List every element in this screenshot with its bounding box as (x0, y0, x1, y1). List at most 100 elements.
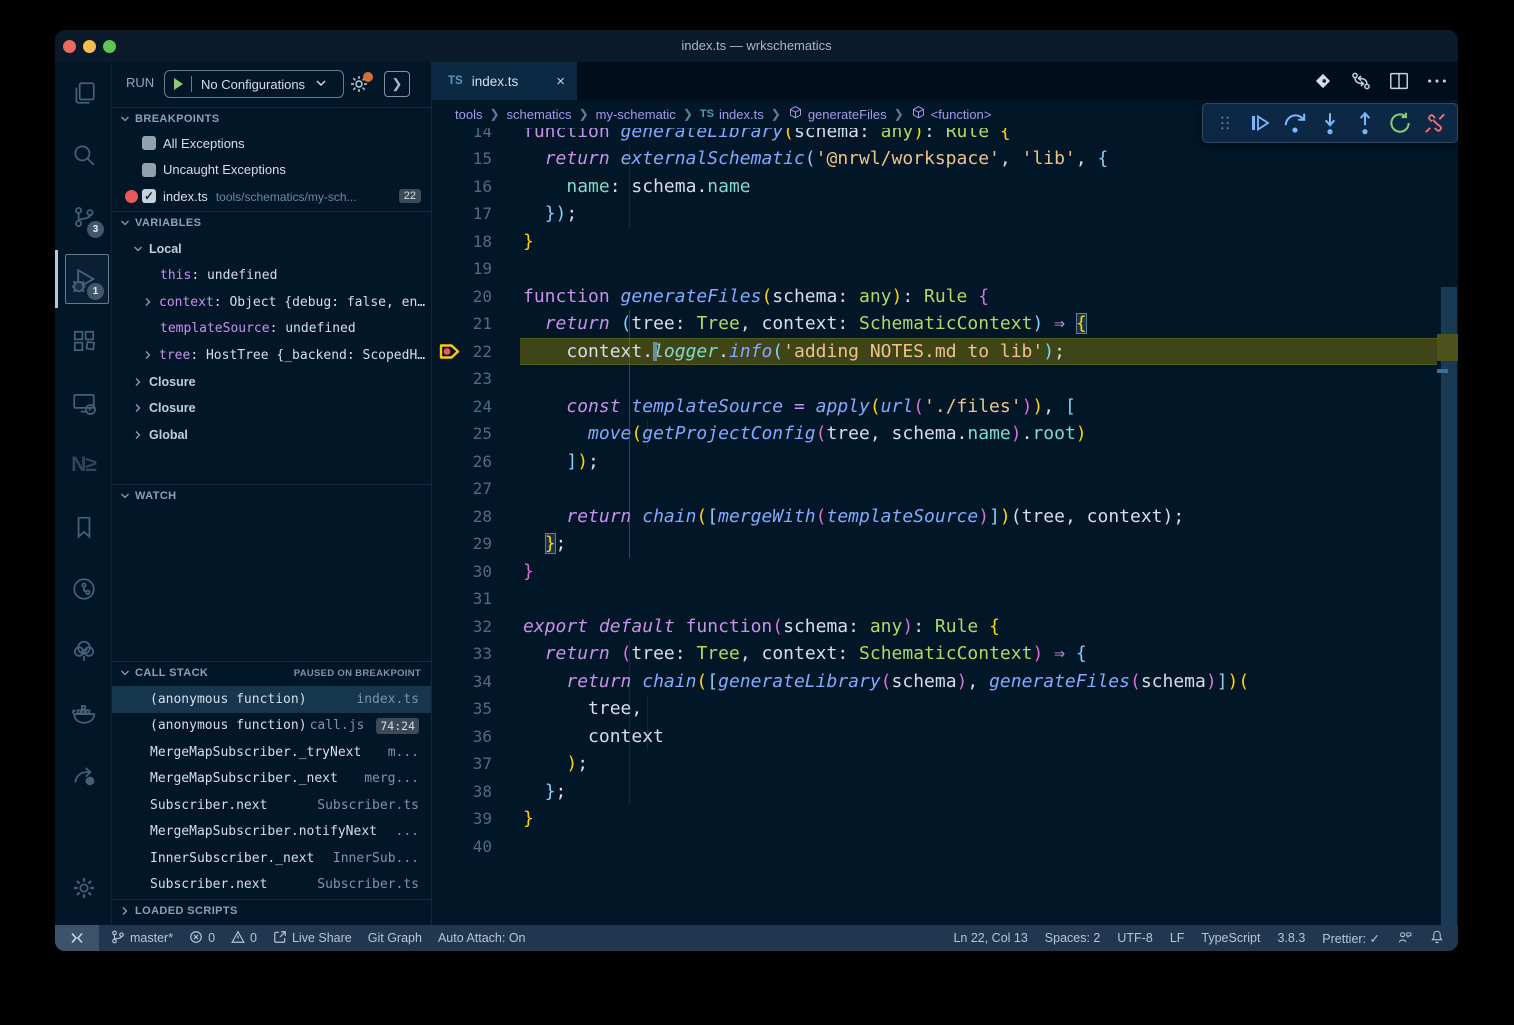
line-number[interactable]: 23 (432, 369, 492, 388)
line-number[interactable]: 26 (432, 452, 492, 471)
breakpoints-section-header[interactable]: BREAKPOINTS (112, 107, 431, 130)
variable-scope-row[interactable]: Closure (112, 369, 431, 396)
variable-row[interactable]: context: Object {debug: false, en… (112, 289, 431, 316)
breadcrumb-item[interactable]: <function> (911, 105, 992, 123)
code-line-22[interactable]: 22 context.logger.info('adding NOTES.md … (432, 338, 1437, 366)
open-changes-icon[interactable] (1348, 68, 1374, 94)
gutter[interactable]: 32 (432, 613, 520, 641)
gutter[interactable]: 22 (432, 338, 520, 366)
line-number[interactable]: 21 (432, 314, 492, 333)
continue-icon[interactable] (1242, 105, 1277, 141)
call-stack-frame[interactable]: MergeMapSubscriber.notifyNext... (112, 819, 431, 846)
breadcrumb-item[interactable]: TSindex.ts (700, 107, 764, 122)
activity-git-history-icon[interactable] (55, 558, 112, 620)
loaded-scripts-section-header[interactable]: LOADED SCRIPTS (112, 899, 431, 922)
code-line-15[interactable]: 15 return externalSchematic('@nrwl/works… (432, 145, 1437, 173)
code-line-25[interactable]: 25 move(getProjectConfig(tree, schema.na… (432, 420, 1437, 448)
line-number[interactable]: 34 (432, 672, 492, 691)
gutter[interactable]: 17 (432, 200, 520, 228)
activity-docker-icon[interactable] (55, 682, 112, 744)
line-number[interactable]: 39 (432, 809, 492, 828)
step-over-icon[interactable] (1277, 105, 1312, 141)
activity-bookmarks-icon[interactable] (55, 496, 112, 558)
remote-indicator[interactable] (55, 925, 99, 951)
call-stack-frame[interactable]: (anonymous function)call.js74:24 (112, 713, 431, 740)
split-editor-icon[interactable] (1386, 68, 1412, 94)
code-line-32[interactable]: 32export default function(schema: any): … (432, 613, 1437, 641)
variable-row[interactable]: tree: HostTree {_backend: ScopedH… (112, 342, 431, 369)
breakpoint-row[interactable]: ✓index.tstools/schematics/my-sch...22 (112, 183, 431, 210)
disconnect-icon[interactable] (1417, 105, 1452, 141)
status-item[interactable]: TypeScript (1201, 931, 1260, 945)
gutter[interactable]: 35 (432, 695, 520, 723)
variables-section-header[interactable]: VARIABLES (112, 211, 431, 234)
gutter[interactable]: 26 (432, 448, 520, 476)
code-line-35[interactable]: 35 tree, (432, 695, 1437, 723)
activity-nx-console-icon[interactable]: N≥ (55, 434, 112, 496)
gutter[interactable]: 36 (432, 723, 520, 751)
line-number[interactable]: 15 (432, 149, 492, 168)
close-tab-icon[interactable]: × (556, 73, 565, 90)
gutter[interactable]: 37 (432, 750, 520, 778)
activity-settings-gear-icon[interactable] (55, 857, 112, 919)
code-line-37[interactable]: 37 ); (432, 750, 1437, 778)
status-item-live-share[interactable]: Live Share (273, 930, 352, 947)
code-editor[interactable]: 14function generateLibrary(schema: any):… (432, 128, 1437, 925)
activity-remote-explorer-icon[interactable] (55, 372, 112, 434)
line-number[interactable]: 22 (432, 342, 492, 361)
gutter[interactable]: 19 (432, 255, 520, 283)
line-number[interactable]: 30 (432, 562, 492, 581)
line-number[interactable]: 29 (432, 534, 492, 553)
configure-gear-button[interactable] (344, 70, 374, 98)
line-number[interactable]: 24 (432, 397, 492, 416)
call-stack-section-header[interactable]: CALL STACK PAUSED ON BREAKPOINT (112, 661, 431, 684)
start-debug-icon[interactable] (174, 78, 183, 90)
line-number[interactable]: 20 (432, 287, 492, 306)
status-item-git-branch[interactable]: master* (111, 930, 173, 947)
gutter[interactable]: 27 (432, 475, 520, 503)
activity-extensions-icon[interactable] (55, 310, 112, 372)
line-number[interactable]: 18 (432, 232, 492, 251)
status-item[interactable]: Prettier: ✓ (1322, 931, 1380, 946)
code-line-28[interactable]: 28 return chain([mergeWith(templateSourc… (432, 503, 1437, 531)
call-stack-frame[interactable]: MergeMapSubscriber._tryNextm... (112, 739, 431, 766)
line-number[interactable]: 32 (432, 617, 492, 636)
gutter[interactable]: 24 (432, 393, 520, 421)
line-number[interactable]: 25 (432, 424, 492, 443)
line-number[interactable]: 17 (432, 204, 492, 223)
code-line-18[interactable]: 18} (432, 228, 1437, 256)
activity-search-icon[interactable] (55, 124, 112, 186)
breakpoint-row[interactable]: Uncaught Exceptions (112, 157, 431, 184)
variable-scope-row[interactable]: Global (112, 422, 431, 449)
call-stack-frame[interactable]: Subscriber.nextSubscriber.ts (112, 792, 431, 819)
more-actions-icon[interactable] (1424, 68, 1450, 94)
status-item[interactable]: Git Graph (368, 931, 422, 945)
breadcrumb-item[interactable]: tools (455, 107, 482, 122)
status-item-warning-triangle[interactable]: 0 (231, 930, 257, 947)
status-item[interactable]: Ln 22, Col 13 (953, 931, 1027, 945)
status-item[interactable]: 3.8.3 (1277, 931, 1305, 945)
breakpoint-row[interactable]: All Exceptions (112, 130, 431, 157)
activity-test-tree-icon[interactable] (55, 620, 112, 682)
code-line-27[interactable]: 27 (432, 475, 1437, 503)
code-line-23[interactable]: 23 (432, 365, 1437, 393)
line-number[interactable]: 37 (432, 754, 492, 773)
call-stack-frame[interactable]: InnerSubscriber._nextInnerSub... (112, 845, 431, 872)
code-line-31[interactable]: 31 (432, 585, 1437, 613)
line-number[interactable]: 16 (432, 177, 492, 196)
gutter[interactable]: 15 (432, 145, 520, 173)
line-number[interactable]: 40 (432, 837, 492, 856)
breakpoint-checkbox[interactable] (142, 136, 156, 150)
gutter[interactable]: 31 (432, 585, 520, 613)
code-line-36[interactable]: 36 context (432, 723, 1437, 751)
line-number[interactable]: 14 (432, 128, 492, 141)
breakpoint-checkbox[interactable] (142, 163, 156, 177)
line-number[interactable]: 27 (432, 479, 492, 498)
activity-share-icon[interactable] (55, 744, 112, 806)
gutter[interactable]: 39 (432, 805, 520, 833)
call-stack-frame[interactable]: Subscriber.nextSubscriber.ts (112, 872, 431, 899)
code-line-34[interactable]: 34 return chain([generateLibrary(schema)… (432, 668, 1437, 696)
line-number[interactable]: 19 (432, 259, 492, 278)
status-item-feedback[interactable] (1397, 930, 1413, 947)
breakpoint-checkbox[interactable]: ✓ (142, 189, 156, 203)
